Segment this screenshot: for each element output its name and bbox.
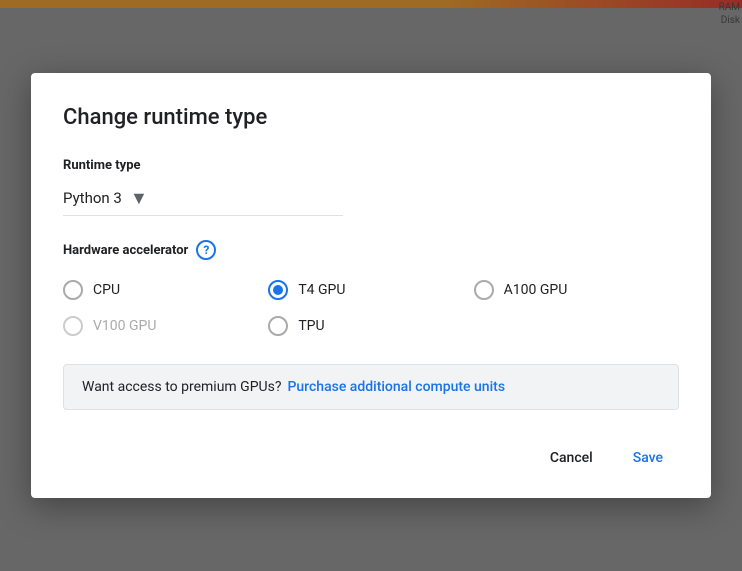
cancel-button[interactable]: Cancel — [534, 442, 609, 474]
radio-circle-a100gpu — [474, 280, 494, 300]
hardware-label-row: Hardware accelerator ? — [63, 240, 679, 260]
hardware-accelerator-label: Hardware accelerator — [63, 243, 188, 258]
runtime-type-select[interactable]: Python 3 Python 2 R — [63, 185, 122, 211]
radio-label-tpu: TPU — [298, 318, 324, 334]
info-box-text: Want access to premium GPUs? — [82, 379, 281, 395]
modal-overlay: Change runtime type Runtime type Python … — [0, 0, 742, 571]
radio-option-cpu[interactable]: CPU — [63, 280, 268, 300]
hardware-options-grid: CPU T4 GPU A100 GPU V100 GPU TPU — [63, 280, 679, 336]
radio-circle-t4gpu — [268, 280, 288, 300]
radio-circle-tpu — [268, 316, 288, 336]
radio-label-a100gpu: A100 GPU — [504, 282, 568, 298]
radio-circle-v100gpu — [63, 316, 83, 336]
radio-option-t4gpu[interactable]: T4 GPU — [268, 280, 473, 300]
radio-option-v100gpu: V100 GPU — [63, 316, 268, 336]
runtime-dropdown-container: Python 3 Python 2 R ▼ — [63, 185, 679, 211]
premium-gpu-info-box: Want access to premium GPUs? Purchase ad… — [63, 364, 679, 410]
radio-circle-cpu — [63, 280, 83, 300]
radio-option-tpu[interactable]: TPU — [268, 316, 473, 336]
radio-label-cpu: CPU — [93, 282, 120, 298]
radio-label-t4gpu: T4 GPU — [298, 282, 345, 298]
dialog-title: Change runtime type — [63, 105, 679, 130]
purchase-compute-link[interactable]: Purchase additional compute units — [287, 379, 505, 395]
change-runtime-dialog: Change runtime type Runtime type Python … — [31, 73, 711, 498]
dialog-actions: Cancel Save — [63, 442, 679, 474]
dropdown-arrow-icon: ▼ — [130, 188, 148, 209]
runtime-type-label: Runtime type — [63, 158, 679, 173]
radio-label-v100gpu: V100 GPU — [93, 318, 156, 334]
help-icon[interactable]: ? — [196, 240, 216, 260]
save-button[interactable]: Save — [617, 442, 679, 474]
divider — [63, 215, 343, 216]
radio-option-a100gpu[interactable]: A100 GPU — [474, 280, 679, 300]
